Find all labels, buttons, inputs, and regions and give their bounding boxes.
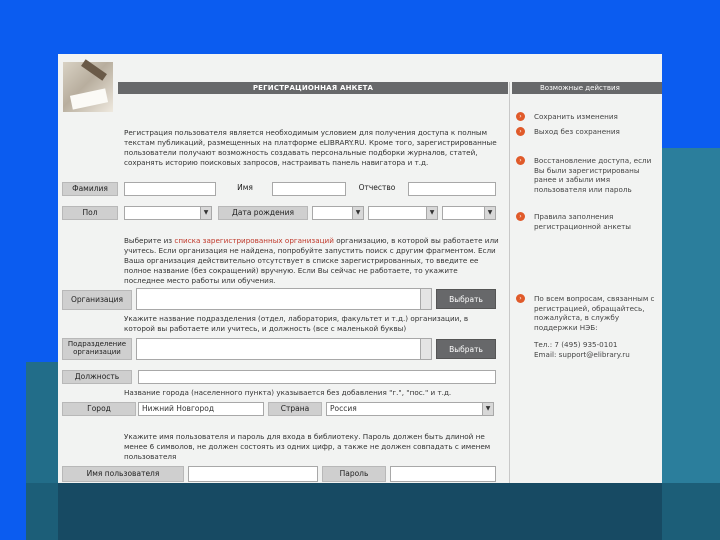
city-input[interactable]: Нижний Новгород (138, 402, 264, 416)
password-label: Пароль (322, 466, 386, 482)
decorative-block (58, 483, 662, 540)
city-label: Город (62, 402, 136, 416)
birth-day-select[interactable]: ▼ (312, 206, 364, 220)
arrow-right-icon: › (516, 212, 525, 221)
department-input[interactable] (136, 338, 432, 360)
scrollbar[interactable] (420, 289, 431, 309)
support-email[interactable]: Email: support@elibrary.ru (534, 350, 660, 360)
registration-screenshot: РЕГИСТРАЦИОННАЯ АНКЕТА Возможные действи… (58, 54, 662, 483)
city-hint: Название города (населенного пункта) ука… (124, 388, 452, 397)
department-label: Подразделение организации (62, 338, 132, 360)
birthdate-label: Дата рождения (218, 206, 308, 220)
country-select[interactable]: Россия ▼ (326, 402, 494, 416)
chevron-down-icon: ▼ (482, 403, 493, 415)
select-department-button[interactable]: Выбрать (436, 339, 496, 359)
save-changes-action[interactable]: › Сохранить изменения (514, 112, 660, 122)
form-photo-image (63, 62, 113, 112)
support-phone: Тел.: 7 (495) 935-0101 (534, 340, 618, 349)
intro-text: Регистрация пользователя является необхо… (124, 128, 497, 167)
firstname-label: Имя (237, 183, 253, 192)
divider (509, 82, 510, 483)
department-hint: Укажите название подразделения (отдел, л… (124, 314, 469, 333)
restore-access-action[interactable]: › Восстановление доступа, если Вы были з… (514, 156, 660, 194)
chevron-down-icon: ▼ (200, 207, 211, 219)
arrow-right-icon: › (516, 112, 525, 121)
gender-select[interactable]: ▼ (124, 206, 212, 220)
organization-label: Организация (62, 290, 132, 310)
info-icon: › (516, 294, 525, 303)
select-organization-button[interactable]: Выбрать (436, 289, 496, 309)
country-label: Страна (268, 402, 322, 416)
gender-label: Пол (62, 206, 118, 220)
position-label: Должность (62, 370, 132, 384)
exit-without-saving-action[interactable]: › Выход без сохранения (514, 127, 660, 137)
patronymic-label: Отчество (358, 183, 396, 192)
form-rules-action[interactable]: › Правила заполнения регистрационной анк… (514, 212, 660, 231)
birth-year-select[interactable]: ▼ (442, 206, 496, 220)
support-info: › По всем вопросам, связанным с регистра… (514, 294, 660, 332)
position-input[interactable] (138, 370, 496, 384)
password-input[interactable] (390, 466, 496, 482)
decorative-block (662, 148, 720, 540)
organization-input[interactable] (136, 288, 432, 310)
chevron-down-icon: ▼ (484, 207, 495, 219)
username-label: Имя пользователя (62, 466, 184, 482)
form-header: РЕГИСТРАЦИОННАЯ АНКЕТА (118, 82, 508, 94)
chevron-down-icon: ▼ (352, 207, 363, 219)
patronymic-input[interactable] (408, 182, 496, 196)
lastname-label: Фамилия (62, 182, 118, 196)
login-hint: Укажите имя пользователя и пароль для вх… (124, 432, 491, 461)
arrow-right-icon: › (516, 156, 525, 165)
lastname-input[interactable] (124, 182, 216, 196)
sidebar-header: Возможные действия (512, 82, 662, 94)
chevron-down-icon: ▼ (426, 207, 437, 219)
scrollbar[interactable] (420, 339, 431, 359)
organization-hint: Выберите из списка зарегистрированных ор… (124, 236, 499, 285)
organizations-list-link[interactable]: списка зарегистрированных организаций (174, 236, 334, 245)
birth-month-select[interactable]: ▼ (368, 206, 438, 220)
firstname-input[interactable] (272, 182, 346, 196)
arrow-right-icon: › (516, 127, 525, 136)
username-input[interactable] (188, 466, 318, 482)
